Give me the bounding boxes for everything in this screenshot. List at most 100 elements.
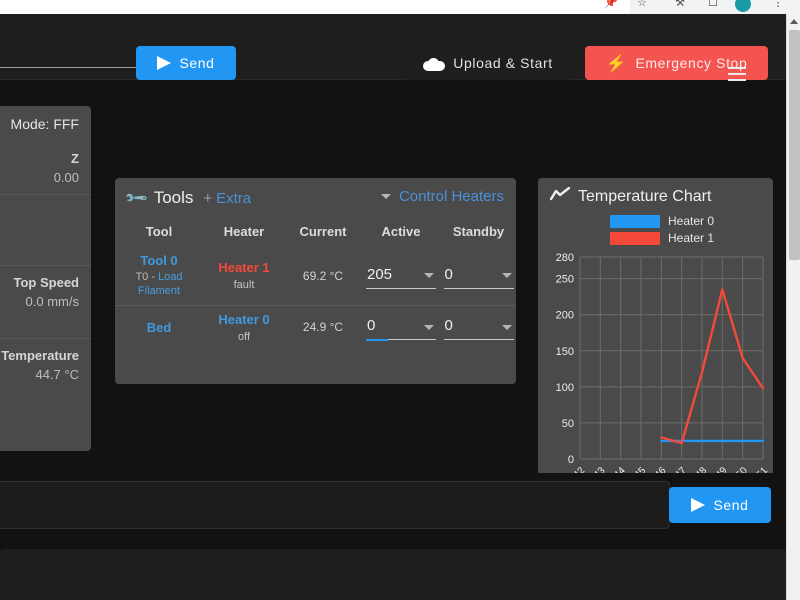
scroll-arrow-triangle	[790, 18, 798, 24]
axis-z-value: 0.00	[53, 170, 79, 185]
active-temp-input[interactable]	[366, 317, 412, 337]
active-temp-cell	[361, 304, 441, 349]
chevron-down-icon[interactable]	[424, 273, 434, 279]
extensions-icon[interactable]: ⚒	[672, 0, 688, 10]
current-temp-cell: 69.2 °C	[285, 247, 361, 305]
top-toolbar: Send Upload & Start ⚡ Emergency Stop	[0, 14, 786, 80]
heater-state: off	[237, 330, 251, 343]
axis-z-label: Z	[71, 151, 79, 166]
hamburger-line	[728, 73, 746, 75]
heater-name-link[interactable]: Heater 0	[203, 312, 285, 327]
y-axis-tick-label: 100	[556, 382, 574, 394]
y-axis-tick-label: 250	[556, 274, 574, 286]
standby-temp-cell	[441, 304, 516, 349]
standby-temp-field[interactable]	[443, 317, 514, 340]
control-heaters-group[interactable]: Control Heaters	[380, 188, 504, 205]
chevron-down-icon[interactable]	[501, 273, 512, 279]
gcode-input-wrapper	[0, 28, 140, 68]
active-temp-cell	[361, 247, 441, 305]
upload-and-start-button[interactable]: Upload & Start	[404, 46, 572, 80]
tool-name-link[interactable]: Tool 0	[115, 253, 203, 268]
menu-dots-icon[interactable]: ⋮	[770, 0, 786, 10]
line-chart-icon	[549, 186, 571, 206]
heater-name-link[interactable]: Heater 1	[203, 260, 285, 275]
bookmark-star-icon[interactable]: ☆	[634, 0, 650, 10]
hamburger-menu-icon[interactable]	[728, 67, 746, 81]
tools-title: Tools	[153, 188, 194, 207]
table-row: Bed Heater 0 off 24.9 °C	[115, 304, 516, 349]
page-scrollbar[interactable]	[786, 14, 800, 600]
table-row: Tool 0 T0 - Load Filament Heater 1 fault…	[115, 247, 516, 305]
main-work-area: Mode: FFF Z 0.00 0 Top Speed 0.0 mm/s Te…	[0, 81, 786, 525]
chevron-down-icon[interactable]	[501, 324, 512, 330]
tool-sub-prefix: T0 -	[135, 271, 159, 283]
printer-mode: Mode: FFF	[10, 116, 79, 132]
extruder-block: 0	[0, 195, 91, 265]
pin-icon[interactable]: 📌	[603, 0, 619, 10]
current-temp-value: 69.2 °C	[302, 268, 344, 283]
send-button-top[interactable]: Send	[136, 46, 236, 80]
tool-cell: Tool 0 T0 - Load Filament	[115, 247, 203, 305]
tools-table-header-row: Tool Heater Current Active Standby	[115, 218, 516, 247]
scroll-up-arrow-icon[interactable]	[787, 14, 800, 28]
y-axis-tick-label: 50	[562, 418, 574, 430]
field-underline	[366, 287, 436, 289]
scrollbar-thumb[interactable]	[789, 30, 800, 260]
console-input[interactable]	[0, 482, 669, 528]
add-extra-plus-icon[interactable]: +	[203, 190, 212, 207]
standby-temp-input[interactable]	[443, 317, 490, 337]
control-heaters-link[interactable]: Control Heaters	[399, 188, 504, 205]
column-header-heater: Heater	[223, 224, 265, 239]
current-temp-value: 24.9 °C	[302, 320, 344, 334]
send-button-top-label: Send	[179, 55, 215, 71]
wrench-icon: 🔧	[124, 185, 150, 211]
send-paper-plane-icon	[157, 56, 172, 70]
column-header-current: Current	[299, 224, 347, 239]
active-temp-field[interactable]	[366, 317, 436, 341]
y-axis-tick-label: 0	[568, 454, 574, 466]
hamburger-line	[728, 79, 746, 81]
standby-temp-input[interactable]	[443, 265, 490, 286]
chart-card-header: Temperature Chart	[538, 178, 773, 206]
chart-title: Temperature Chart	[578, 187, 712, 205]
temperature-value: 44.7 °C	[35, 367, 79, 382]
console-input-wrapper	[0, 481, 670, 529]
tools-card-header: 🔧 Tools + Extra Control Heaters	[115, 178, 516, 218]
legend-swatch-heater1	[610, 231, 660, 245]
lightning-bolt-icon: ⚡	[605, 53, 628, 73]
gcode-input[interactable]	[0, 28, 140, 68]
bottom-panel	[0, 549, 786, 600]
chevron-down-icon[interactable]	[424, 324, 434, 330]
chart-plot-area[interactable]: 05010015020025028016:4216:4316:4416:4516…	[538, 249, 773, 494]
media-icon[interactable]: ☐	[705, 0, 721, 10]
column-header-standby: Standby	[452, 224, 505, 239]
browser-toolbar-strip: 📌 ☆ ⚒ ☐ ⋮	[0, 0, 800, 14]
standby-temp-field[interactable]	[443, 265, 514, 289]
chart-svg: 05010015020025028016:4216:4316:4416:4516…	[556, 252, 771, 491]
column-header-tool: Tool	[145, 224, 173, 239]
current-temp-cell: 24.9 °C	[285, 304, 361, 349]
chevron-down-icon[interactable]	[380, 194, 391, 199]
bed-name-link[interactable]: Bed	[115, 320, 203, 335]
send-button-console[interactable]: Send	[669, 487, 771, 523]
hamburger-line	[728, 67, 746, 69]
chart-legend: Heater 0 Heater 1	[610, 206, 773, 249]
top-speed-label: Top Speed	[13, 275, 79, 290]
active-temp-field[interactable]	[366, 265, 436, 289]
legend-label-heater0: Heater 0	[668, 214, 715, 228]
top-speed-value: 0.0 mm/s	[25, 294, 79, 309]
legend-item-heater0[interactable]: Heater 0	[610, 214, 714, 228]
upload-and-start-label: Upload & Start	[453, 55, 553, 71]
extra-link[interactable]: Extra	[216, 190, 251, 207]
legend-swatch-heater0	[610, 214, 660, 228]
field-underline	[443, 287, 514, 289]
legend-item-heater1[interactable]: Heater 1	[610, 231, 714, 245]
y-axis-tick-label: 150	[556, 346, 574, 358]
tool-cell: Bed	[115, 304, 203, 349]
active-temp-input[interactable]	[366, 265, 412, 286]
column-header-active: Active	[381, 224, 421, 239]
top-speed-block: Top Speed 0.0 mm/s	[0, 266, 91, 318]
y-axis-tick-label: 280	[556, 252, 574, 264]
temperature-block: Temperature 44.7 °C ne	[0, 339, 91, 408]
omnibox[interactable]	[0, 0, 630, 14]
